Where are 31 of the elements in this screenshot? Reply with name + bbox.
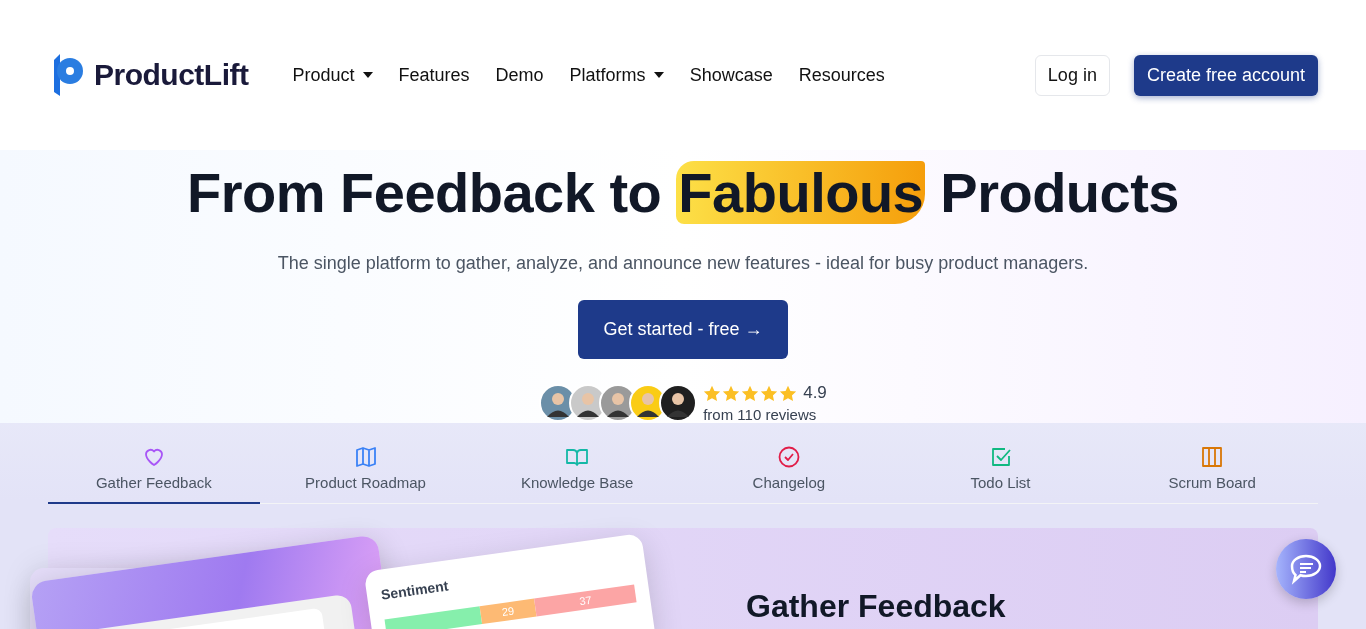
sentiment-title: Sentiment <box>379 577 450 603</box>
get-started-button[interactable]: Get started - free → <box>578 300 788 359</box>
nav-link[interactable]: Showcase <box>689 64 773 86</box>
review-count: from 110 reviews <box>703 406 818 423</box>
nav-link[interactable]: Product <box>292 64 373 86</box>
nav-link[interactable]: Features <box>398 64 470 86</box>
nav-link[interactable]: Platforms <box>569 64 664 86</box>
feature-tab[interactable]: Changelog <box>683 445 895 504</box>
avatar <box>659 384 698 422</box>
columns-icon <box>1200 445 1225 469</box>
login-button[interactable]: Log in <box>1034 54 1110 96</box>
caret-icon <box>362 72 373 78</box>
nav-link[interactable]: Demo <box>495 64 544 86</box>
brand-name[interactable]: ProductLift <box>94 58 249 92</box>
feature-tab[interactable]: Gather Feedback <box>48 445 260 504</box>
chat-icon <box>1288 553 1324 585</box>
nav-link[interactable]: Resources <box>798 64 885 86</box>
hero-title: From Feedback to Fabulous Products <box>187 160 1179 225</box>
feature-tab[interactable]: Knowledge Base <box>471 445 683 504</box>
signup-button[interactable]: Create free account <box>1133 54 1318 96</box>
sentiment-segment: 37 <box>534 584 637 617</box>
rating-score: 4.9 <box>803 383 827 403</box>
caret-icon <box>653 72 664 78</box>
feature-tab[interactable]: Product Roadmap <box>259 445 472 504</box>
check-circle-icon <box>776 445 801 469</box>
panel-title: Gather Feedback <box>746 588 1006 625</box>
feature-tab[interactable]: Scrum Board <box>1106 445 1319 504</box>
map-icon <box>353 445 378 469</box>
feature-tab[interactable]: Todo List <box>894 445 1107 504</box>
hero-subtitle: The single platform to gather, analyze, and announce new features - ideal for busy product managers. <box>277 253 1089 274</box>
sentiment-segment: 29 <box>479 598 537 625</box>
